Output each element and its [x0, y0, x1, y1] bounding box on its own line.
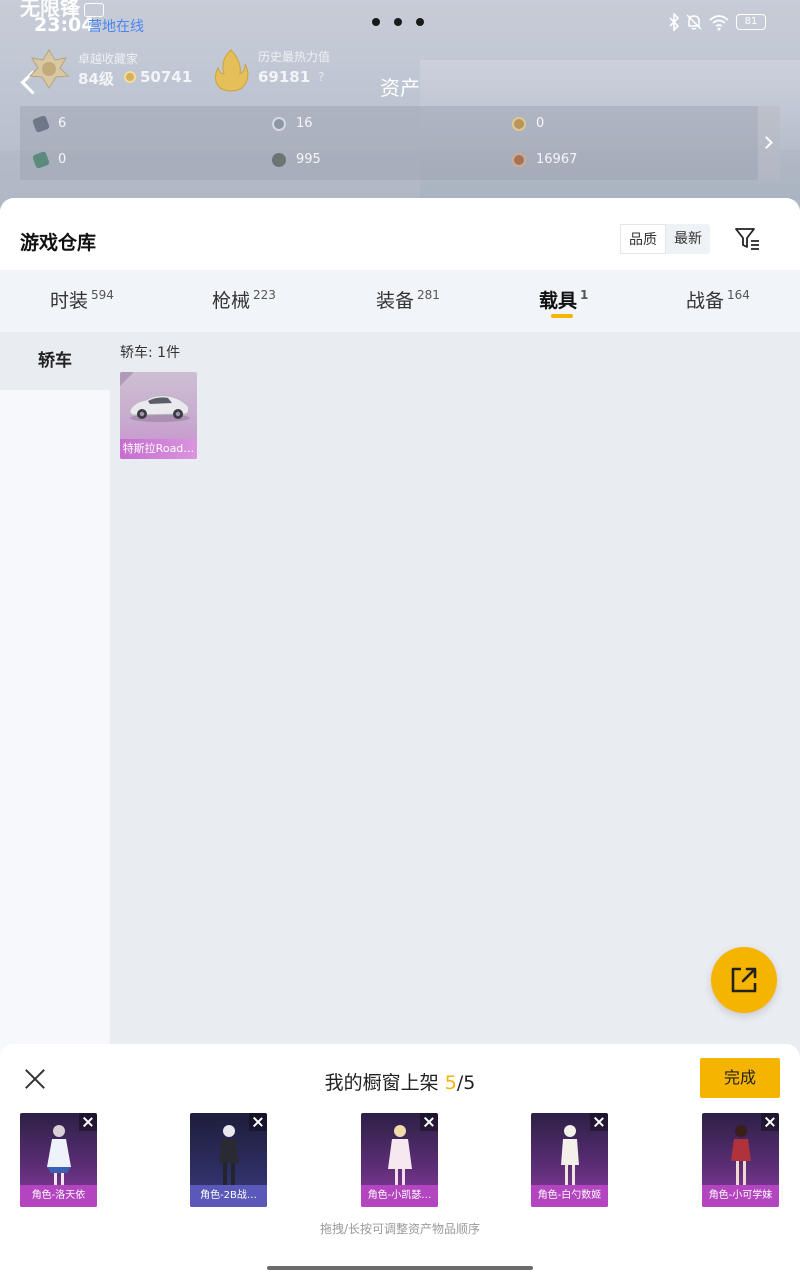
category-count: 轿车: 1件: [120, 345, 181, 361]
slot-label: 角色-小可学妹: [702, 1185, 779, 1207]
share-external-icon: [731, 967, 757, 993]
battery-icon: 81: [736, 14, 766, 30]
coin-balance: 50741: [124, 68, 192, 86]
character-figure-icon: [47, 1125, 71, 1185]
character-figure-icon: [219, 1125, 239, 1185]
resource-item: 0: [32, 150, 66, 169]
bluetooth-icon: [669, 13, 680, 31]
token-bronze-icon: [512, 152, 526, 167]
showcase-title: 我的橱窗上架 5/5: [324, 1072, 476, 1094]
player-level: 84级: [78, 70, 114, 88]
coin-icon: [124, 71, 136, 83]
tab-vehicles[interactable]: 载具 1: [539, 286, 588, 313]
remove-slot-icon[interactable]: [761, 1113, 779, 1131]
showcase-count: 5: [444, 1072, 457, 1094]
character-figure-icon: [731, 1125, 751, 1185]
tab-equipment[interactable]: 装备 281: [376, 286, 440, 313]
remove-slot-icon[interactable]: [420, 1113, 438, 1131]
card-gray-icon: [32, 114, 50, 133]
heat-value: 69181: [258, 68, 311, 86]
resource-item: 995: [272, 152, 321, 167]
character-figure-icon: [388, 1125, 412, 1185]
sort-option-newest[interactable]: 最新: [666, 224, 710, 254]
token-gold-icon: [512, 116, 526, 131]
resource-item: 16: [272, 116, 313, 131]
warehouse-title: 游戏仓库: [20, 232, 97, 254]
reorder-hint: 拖拽/长按可调整资产物品顺序: [319, 1222, 481, 1236]
camp-online-status[interactable]: 营地在线: [88, 16, 144, 36]
slot-label: 角色-2B战…: [190, 1185, 267, 1207]
heat-label: 历史最热力值: [258, 50, 331, 64]
asset-header: 无限锋 23:04 营地在线 81 卓越收藏家 84级 50741 历史最热力值…: [0, 0, 800, 215]
slot-label: 角色-白勺数姬: [531, 1185, 608, 1207]
sidebar-item-sedan[interactable]: 轿车: [0, 332, 110, 390]
page-title: 资产: [380, 76, 420, 100]
help-icon[interactable]: ?: [318, 70, 324, 84]
remove-slot-icon[interactable]: [590, 1113, 608, 1131]
sort-option-quality[interactable]: 品质: [620, 224, 666, 254]
resource-item: 6: [32, 114, 66, 133]
home-indicator[interactable]: [267, 1266, 533, 1270]
wifi-icon: [709, 15, 729, 31]
resource-item: 0: [512, 116, 544, 131]
token-silver-icon: [272, 116, 286, 131]
character-figure-icon: [561, 1125, 579, 1185]
warehouse-header: 游戏仓库 品质 最新: [0, 198, 800, 270]
resource-panel: 6 16 0 0 995 16967: [20, 106, 780, 180]
category-tabs: 时装 594 枪械 223 装备 281 载具 1 战备 164: [0, 270, 800, 332]
card-green-icon: [32, 150, 50, 169]
item-name: 特斯拉Road…: [120, 439, 197, 459]
item-card[interactable]: 特斯拉Road…: [120, 372, 197, 459]
slot-label: 角色-洛天依: [20, 1185, 97, 1207]
resource-expand-button[interactable]: [758, 106, 780, 180]
showcase-panel: 我的橱窗上架 5/5 完成 角色-洛天依 角色-2B战… 角色-小凯瑟… 角色-…: [0, 1044, 800, 1280]
status-time: 23:04: [34, 14, 95, 36]
more-menu-dots[interactable]: [372, 18, 424, 26]
showcase-slot[interactable]: 角色-白勺数姬: [531, 1113, 608, 1207]
car-icon: [129, 395, 190, 422]
filter-icon[interactable]: [734, 226, 762, 252]
remove-slot-icon[interactable]: [249, 1113, 267, 1131]
tab-firearms[interactable]: 枪械 223: [212, 286, 276, 313]
share-button[interactable]: [711, 947, 777, 1013]
active-tab-indicator: [551, 314, 573, 318]
flame-badge-icon: [214, 49, 249, 92]
showcase-total: /5: [456, 1072, 476, 1094]
system-status-icons: 81: [668, 13, 766, 31]
showcase-slot[interactable]: 角色-小可学妹: [702, 1113, 779, 1207]
done-button[interactable]: 完成: [700, 1058, 780, 1098]
showcase-slot[interactable]: 角色-2B战…: [190, 1113, 267, 1207]
collector-badge-icon: [28, 49, 70, 89]
tab-fashion[interactable]: 时装 594: [50, 286, 114, 313]
sort-toggle: 品质 最新: [620, 224, 710, 254]
resource-item: 16967: [512, 152, 577, 167]
collector-label: 卓越收藏家: [78, 52, 139, 66]
tab-battle-prep[interactable]: 战备 164: [686, 286, 750, 313]
orb-gray-icon: [272, 152, 286, 167]
showcase-slot[interactable]: 角色-小凯瑟…: [361, 1113, 438, 1207]
slot-label: 角色-小凯瑟…: [361, 1185, 438, 1207]
bell-off-icon: [686, 14, 702, 30]
showcase-slot[interactable]: 角色-洛天依: [20, 1113, 97, 1207]
remove-slot-icon[interactable]: [79, 1113, 97, 1131]
